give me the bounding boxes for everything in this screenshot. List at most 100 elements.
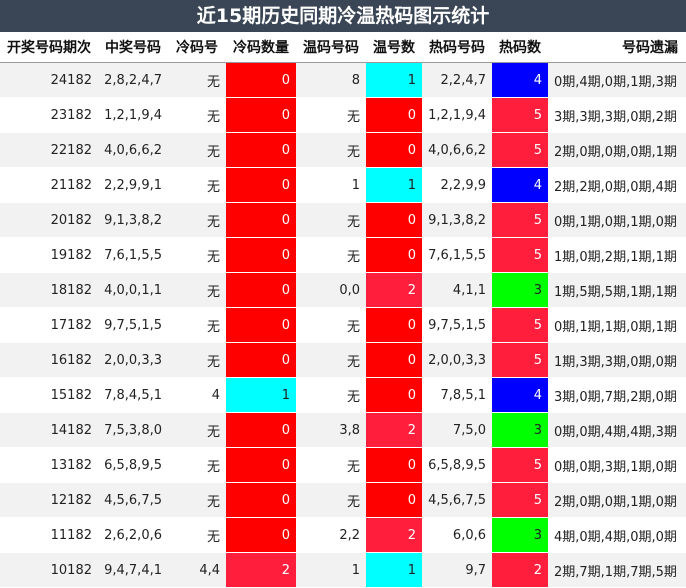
omit-cell: 2期,0期,0期,1期,0期 [548, 482, 686, 518]
warm-cell: 1 [296, 552, 366, 588]
issue-cell: 11182 [0, 517, 98, 553]
table-row: 19182 7,6,1,5,5 无 0 无 0 7,6,1,5,5 5 1期,0期,2期,1期,… [0, 237, 686, 273]
table-row: 18182 4,0,0,1,1 无 0 0,0 2 4,1,1 3 1期,5期,5期,1期,1期 [0, 272, 686, 308]
issue-cell: 24182 [0, 62, 98, 98]
hot-count-cell: 5 [492, 447, 548, 483]
omit-cell: 3期,3期,3期,0期,2期 [548, 97, 686, 133]
cold-count-cell: 0 [226, 132, 296, 168]
table-row: 11182 2,6,2,0,6 无 0 2,2 2 6,0,6 3 4期,0期,4期,0期,0期 [0, 517, 686, 553]
numbers-cell: 2,6,2,0,6 [98, 517, 168, 553]
numbers-cell: 7,6,1,5,5 [98, 237, 168, 273]
omit-cell: 2期,0期,0期,0期,1期 [548, 132, 686, 168]
header-hot-count: 热码数 [492, 32, 548, 63]
hot-count-cell: 4 [492, 377, 548, 413]
numbers-cell: 1,2,1,9,4 [98, 97, 168, 133]
warm-count-cell: 0 [366, 237, 422, 273]
cold-count-cell: 0 [226, 517, 296, 553]
header-hot: 热码号码 [422, 32, 492, 63]
issue-cell: 23182 [0, 97, 98, 133]
warm-count-cell: 1 [366, 167, 422, 203]
header-warm-count: 温号数 [366, 32, 422, 63]
cold-cell: 无 [168, 307, 226, 343]
header-issue: 开奖号码期次 [0, 32, 98, 63]
warm-count-cell: 0 [366, 482, 422, 518]
table-row: 20182 9,1,3,8,2 无 0 无 0 9,1,3,8,2 5 0期,1期,0期,1期,… [0, 202, 686, 238]
issue-cell: 17182 [0, 307, 98, 343]
issue-cell: 16182 [0, 342, 98, 378]
warm-count-cell: 2 [366, 272, 422, 308]
cold-cell: 无 [168, 342, 226, 378]
warm-count-cell: 0 [366, 132, 422, 168]
warm-cell: 无 [296, 307, 366, 343]
cold-cell: 无 [168, 202, 226, 238]
hot-cell: 4,0,6,6,2 [422, 132, 492, 168]
cold-cell: 无 [168, 447, 226, 483]
table-row: 14182 7,5,3,8,0 无 0 3,8 2 7,5,0 3 0期,0期,4期,4期,3期 [0, 412, 686, 448]
hot-count-cell: 5 [492, 342, 548, 378]
omit-cell: 1期,3期,3期,0期,0期 [548, 342, 686, 378]
numbers-cell: 4,0,6,6,2 [98, 132, 168, 168]
warm-cell: 0,0 [296, 272, 366, 308]
table-row: 16182 2,0,0,3,3 无 0 无 0 2,0,0,3,3 5 1期,3期,3期,0期,… [0, 342, 686, 378]
numbers-cell: 9,7,5,1,5 [98, 307, 168, 343]
table-row: 17182 9,7,5,1,5 无 0 无 0 9,7,5,1,5 5 0期,1期,1期,0期,… [0, 307, 686, 343]
hot-count-cell: 5 [492, 237, 548, 273]
table-row: 24182 2,8,2,4,7 无 0 8 1 2,2,4,7 4 0期,4期,0期,1期,3期 [0, 62, 686, 98]
cold-cell: 无 [168, 412, 226, 448]
issue-cell: 15182 [0, 377, 98, 413]
warm-count-cell: 0 [366, 307, 422, 343]
hot-cell: 9,7,5,1,5 [422, 307, 492, 343]
table-row: 12182 4,5,6,7,5 无 0 无 0 4,5,6,7,5 5 2期,0期,0期,1期,… [0, 482, 686, 518]
cold-cell: 4 [168, 377, 226, 413]
table-row: 10182 9,4,7,4,1 4,4 2 1 1 9,7 2 2期,7期,1期,7期,5期 [0, 552, 686, 588]
numbers-cell: 9,4,7,4,1 [98, 552, 168, 588]
warm-count-cell: 0 [366, 97, 422, 133]
hot-count-cell: 3 [492, 517, 548, 553]
numbers-cell: 9,1,3,8,2 [98, 202, 168, 238]
table-row: 15182 7,8,4,5,1 4 1 无 0 7,8,5,1 4 3期,0期,7期,2期,0期 [0, 377, 686, 413]
cold-count-cell: 2 [226, 552, 296, 588]
hot-cell: 4,1,1 [422, 272, 492, 308]
warm-count-cell: 1 [366, 62, 422, 98]
issue-cell: 21182 [0, 167, 98, 203]
cold-count-cell: 0 [226, 62, 296, 98]
hot-count-cell: 4 [492, 62, 548, 98]
hot-cell: 4,5,6,7,5 [422, 482, 492, 518]
warm-count-cell: 2 [366, 517, 422, 553]
cold-count-cell: 0 [226, 482, 296, 518]
omit-cell: 0期,0期,4期,4期,3期 [548, 412, 686, 448]
numbers-cell: 2,8,2,4,7 [98, 62, 168, 98]
warm-cell: 2,2 [296, 517, 366, 553]
omit-cell: 0期,1期,1期,0期,1期 [548, 307, 686, 343]
hot-cell: 2,2,9,9 [422, 167, 492, 203]
warm-cell: 无 [296, 97, 366, 133]
hot-count-cell: 5 [492, 132, 548, 168]
hot-cell: 9,1,3,8,2 [422, 202, 492, 238]
hot-count-cell: 2 [492, 552, 548, 588]
warm-count-cell: 2 [366, 412, 422, 448]
warm-count-cell: 0 [366, 447, 422, 483]
warm-count-cell: 1 [366, 552, 422, 588]
cold-count-cell: 0 [226, 272, 296, 308]
cold-count-cell: 0 [226, 237, 296, 273]
table-header-row: 开奖号码期次 中奖号码 冷码号 冷码数量 温码号码 温号数 热码号码 热码数 号… [0, 32, 686, 63]
cold-cell: 无 [168, 97, 226, 133]
hot-count-cell: 5 [492, 307, 548, 343]
cold-count-cell: 0 [226, 412, 296, 448]
cold-cell: 无 [168, 272, 226, 308]
issue-cell: 22182 [0, 132, 98, 168]
hot-cell: 2,2,4,7 [422, 62, 492, 98]
stats-page: 近15期历史同期冷温热码图示统计 开奖号码期次 中奖号码 冷码号 冷码数量 温码… [0, 0, 686, 588]
cold-cell: 无 [168, 132, 226, 168]
omit-cell: 2期,2期,0期,0期,4期 [548, 167, 686, 203]
omit-cell: 0期,1期,0期,1期,0期 [548, 202, 686, 238]
header-cold-count: 冷码数量 [226, 32, 296, 63]
warm-cell: 无 [296, 202, 366, 238]
warm-cell: 1 [296, 167, 366, 203]
header-omit: 号码遗漏 [548, 32, 686, 63]
hot-cell: 7,8,5,1 [422, 377, 492, 413]
table-row: 21182 2,2,9,9,1 无 0 1 1 2,2,9,9 4 2期,2期,0期,0期,4期 [0, 167, 686, 203]
cold-cell: 无 [168, 517, 226, 553]
cold-count-cell: 1 [226, 377, 296, 413]
hot-cell: 6,5,8,9,5 [422, 447, 492, 483]
